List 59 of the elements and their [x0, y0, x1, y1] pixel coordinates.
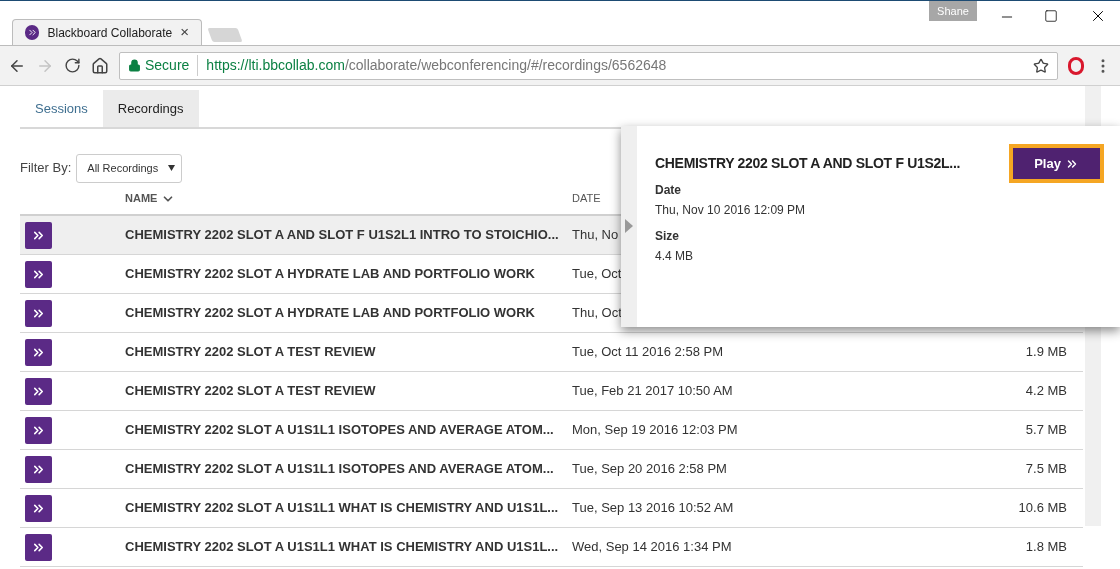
reload-icon[interactable] — [64, 57, 81, 74]
column-header[interactable]: DATE — [572, 190, 601, 207]
maximize-icon[interactable] — [1044, 9, 1058, 23]
recording-size: 5.7 MB — [1025, 421, 1068, 440]
pointer-arrow-icon — [625, 219, 633, 233]
play-recording-icon[interactable] — [25, 338, 52, 366]
play-recording-icon[interactable] — [25, 416, 52, 444]
recording-name: CHEMISTRY 2202 SLOT A U1S1L1 WHAT IS CHEMISTRY AND U1S1L... — [125, 499, 560, 518]
tab-close-button[interactable]: × — [180, 21, 189, 44]
nav-tab[interactable]: Recordings — [102, 90, 199, 127]
recording-name: CHEMISTRY 2202 SLOT A AND SLOT F U1S2L1 INTRO TO STOICHIO... — [125, 226, 560, 245]
play-recording-icon[interactable] — [25, 377, 52, 405]
recording-name: CHEMISTRY 2202 SLOT A HYDRATE LAB AND PORTFOLIO WORK — [125, 304, 536, 323]
home-icon[interactable] — [91, 56, 109, 75]
filter-dropdown[interactable]: All Recordings — [76, 153, 183, 183]
bookmark-star-icon[interactable] — [1033, 57, 1049, 74]
field-value: Thu, Nov 10 2016 12:09 PM — [655, 202, 807, 219]
dropdown-caret-icon — [168, 165, 176, 171]
recording-size: 1.8 MB — [1025, 538, 1068, 557]
nav-tab[interactable]: Sessions — [20, 90, 103, 127]
recording-date: Tue, Oct — [572, 265, 622, 284]
recording-size: 4.2 MB — [1025, 382, 1068, 401]
play-recording-icon[interactable] — [25, 221, 52, 249]
recording-name: CHEMISTRY 2202 SLOT A HYDRATE LAB AND PORTFOLIO WORK — [125, 265, 536, 284]
play-recording-icon[interactable] — [25, 533, 52, 561]
field-label: Size — [655, 228, 680, 245]
filter-label: Filter By: — [20, 159, 72, 178]
recording-date: Tue, Sep 20 2016 2:58 PM — [572, 460, 727, 479]
lock-icon — [128, 59, 141, 72]
play-recording-icon[interactable] — [25, 299, 52, 327]
recording-date: Thu, Oct — [572, 304, 622, 323]
field-label: Date — [655, 182, 682, 199]
recording-name: CHEMISTRY 2202 SLOT A TEST REVIEW — [125, 343, 377, 362]
url-text: https://lti.bbcollab.com/collaborate/webconferencing/#/recordings/6562648 — [205, 56, 667, 75]
recording-date: Tue, Oct 11 2016 2:58 PM — [572, 343, 724, 362]
play-recording-icon[interactable] — [25, 455, 52, 483]
recording-name: CHEMISTRY 2202 SLOT A U1S1L1 ISOTOPES AND AVERAGE ATOM... — [125, 460, 555, 479]
extension-icon[interactable] — [1068, 56, 1084, 75]
column-header[interactable]: NAME — [125, 190, 572, 207]
address-bar[interactable]: Secure https://lti.bbcollab.com/collaborate/webconferencing/#/recordings/6562648 — [119, 51, 1058, 80]
play-recording-icon[interactable] — [25, 494, 52, 522]
recording-date: Tue, Sep 13 2016 10:52 AM — [572, 499, 734, 518]
recording-size: 1.9 MB — [1025, 343, 1068, 362]
recording-name: CHEMISTRY 2202 SLOT A U1S1L1 WHAT IS CHEMISTRY AND U1S1L... — [125, 538, 560, 557]
recording-date: Wed, Sep 14 2016 1:34 PM — [572, 538, 732, 557]
recording-date: Tue, Feb 21 2017 10:50 AM — [572, 382, 733, 401]
recording-size: 10.6 MB — [1018, 499, 1068, 518]
secure-label: Secure — [145, 55, 199, 76]
browser-tab[interactable]: Blackboard Collaborate × — [12, 19, 202, 45]
recording-date: Thu, No — [572, 226, 619, 245]
recording-name: CHEMISTRY 2202 SLOT A U1S1L1 ISOTOPES AND AVERAGE ATOM... — [125, 421, 555, 440]
recording-size: 7.5 MB — [1025, 460, 1068, 479]
play-recording-icon[interactable] — [25, 260, 52, 288]
recording-date: Mon, Sep 19 2016 12:03 PM — [572, 421, 738, 440]
tab-title: Blackboard Collaborate — [47, 24, 173, 42]
popover-title: CHEMISTRY 2202 SLOT A AND SLOT F U1S2L... — [655, 154, 961, 173]
play-button[interactable]: Play — [1009, 144, 1104, 183]
recording-name: CHEMISTRY 2202 SLOT A TEST REVIEW — [125, 382, 377, 401]
app-logo-icon — [25, 25, 40, 40]
